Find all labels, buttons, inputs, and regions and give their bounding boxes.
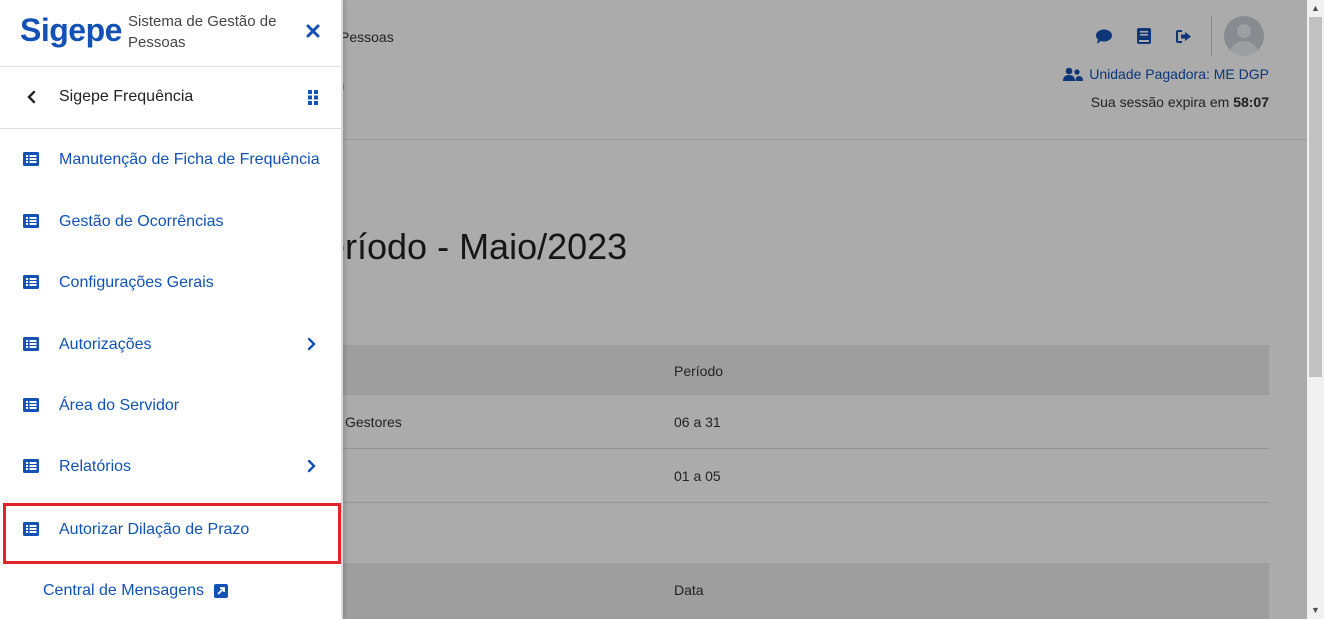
list-icon [23,337,39,351]
vertical-scrollbar[interactable]: ▲ ▼ [1307,0,1324,619]
chevron-right-icon[interactable] [306,337,316,351]
external-link-icon [213,584,228,598]
scroll-down-arrow[interactable]: ▼ [1307,602,1324,619]
menu-item[interactable]: Autorizações [0,315,339,375]
menu-section-header: Sigepe Frequência [0,67,341,129]
grid-icon[interactable] [306,89,320,105]
menu-item-label: Autorizações [59,336,152,353]
logo-subtitle: Sistema de Gestão de Pessoas [128,13,277,51]
side-menu: Sigepe Sistema de Gestão de Pessoas Sige… [0,0,343,619]
menu-item[interactable]: Manutenção de Ficha de Frequência [0,130,339,190]
close-icon[interactable] [302,20,324,42]
menu-item-label: Gestão de Ocorrências [59,213,224,230]
menu-item[interactable]: Gestão de Ocorrências [0,192,339,252]
menu-item-label: Relatórios [59,458,132,475]
chevron-left-icon[interactable] [25,89,39,105]
menu-section-title: Sigepe Frequência [59,88,194,105]
central-mensagens-label: Central de Mensagens [43,582,204,599]
menu-item[interactable]: Área do Servidor [0,376,339,436]
menu-item-label: Configurações Gerais [59,274,214,291]
menu-item-label: Área do Servidor [59,397,180,414]
scrollbar-thumb[interactable] [1309,17,1322,377]
menu-item[interactable]: Relatórios [0,437,339,497]
scroll-up-arrow[interactable]: ▲ [1307,0,1324,17]
list-icon [23,398,39,412]
list-icon [23,152,39,166]
chevron-right-icon[interactable] [306,459,316,473]
list-icon [23,214,39,228]
list-icon [23,275,39,289]
menu-header: Sigepe Sistema de Gestão de Pessoas [0,0,341,67]
menu-item[interactable]: Configurações Gerais [0,253,339,313]
central-mensagens-link[interactable]: Central de Mensagens [43,582,228,600]
list-icon [23,459,39,473]
highlight-box [3,503,341,564]
sigepe-logo[interactable]: Sigepe [20,12,122,49]
menu-item-label: Manutenção de Ficha de Frequência [59,151,320,168]
